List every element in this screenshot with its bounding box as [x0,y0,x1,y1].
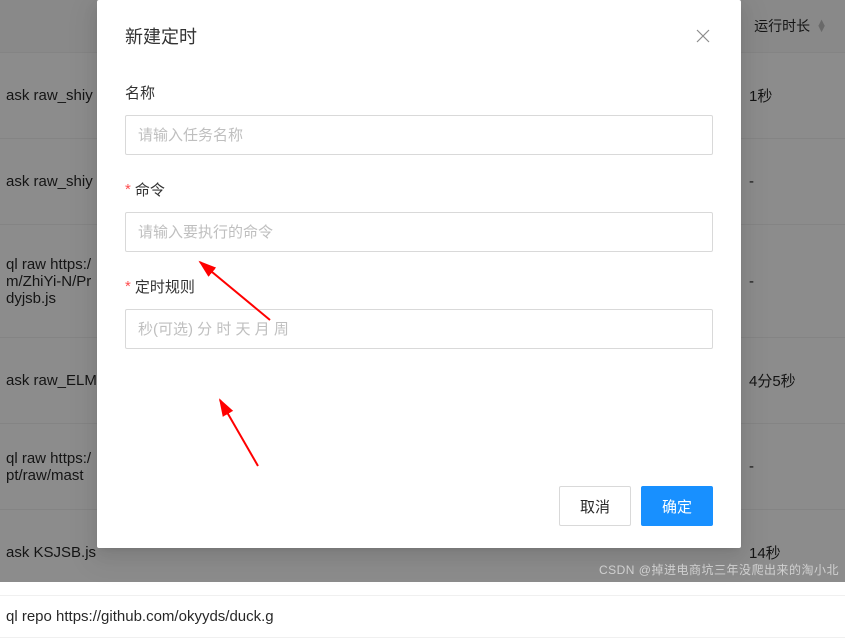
ok-button[interactable]: 确定 [641,486,713,526]
command-label-text: 命令 [135,179,165,200]
command-label: * 命令 [125,179,713,200]
form-item-name: 名称 [125,82,713,155]
form-item-schedule: * 定时规则 [125,276,713,349]
modal-footer: 取消 确定 [97,474,741,548]
modal-header: 新建定时 [97,0,741,72]
form-item-command: * 命令 [125,179,713,252]
cancel-button[interactable]: 取消 [559,486,631,526]
row-left: ql repo https://github.com/okyyds/duck.g [6,608,749,625]
table-row: ql repo https://github.com/okyyds/duck.g [0,596,845,638]
schedule-input[interactable] [125,309,713,349]
modal-body: 名称 * 命令 * 定时规则 [97,72,741,474]
command-input[interactable] [125,212,713,252]
name-label-text: 名称 [125,82,155,103]
close-icon[interactable] [693,26,713,46]
schedule-label-text: 定时规则 [135,276,195,297]
required-asterisk: * [125,278,131,295]
watermark: CSDN @掉进电商坑三年没爬出来的淘小北 [599,561,839,578]
schedule-label: * 定时规则 [125,276,713,297]
required-asterisk: * [125,181,131,198]
create-schedule-modal: 新建定时 名称 * 命令 * 定时规则 取消 确定 [97,0,741,548]
name-label: 名称 [125,82,713,103]
modal-title: 新建定时 [125,23,197,49]
name-input[interactable] [125,115,713,155]
